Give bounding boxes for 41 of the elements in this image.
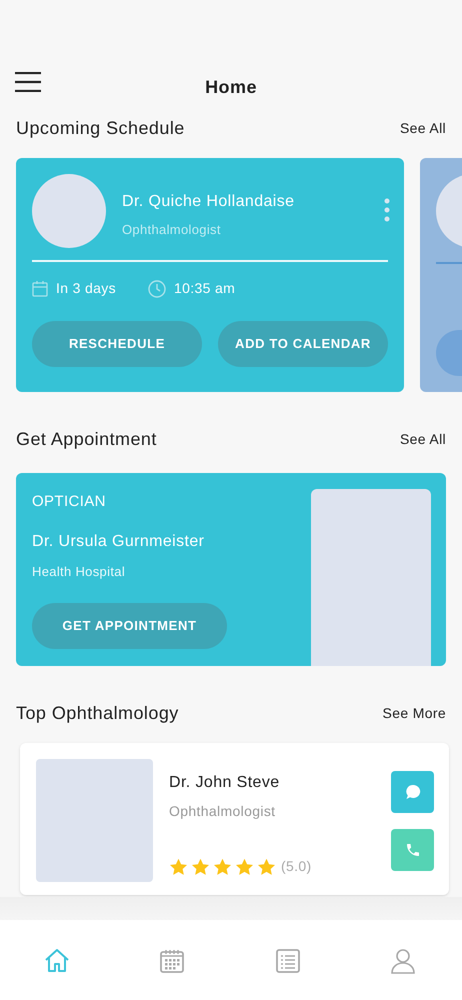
menu-icon[interactable] xyxy=(15,72,41,92)
doctor-specialty: Ophthalmologist xyxy=(122,221,222,239)
see-all-link[interactable]: See All xyxy=(400,429,446,450)
more-icon[interactable] xyxy=(384,198,390,222)
clock-icon xyxy=(148,280,166,298)
rating-value: (5.0) xyxy=(281,857,312,876)
section-title: Get Appointment xyxy=(16,428,157,451)
star-icon xyxy=(191,858,210,876)
phone-icon xyxy=(404,842,420,858)
doctor-card[interactable]: Dr. John Steve Ophthalmologist (5.0) xyxy=(20,743,449,895)
get-appointment-button[interactable]: GET APPOINTMENT xyxy=(32,603,227,649)
doctor-name: Dr. John Steve xyxy=(169,773,281,793)
doctor-specialty: Ophthalmologist xyxy=(169,802,276,821)
page-title: Home xyxy=(205,76,257,99)
date-label: In 3 days xyxy=(56,279,116,298)
chat-icon xyxy=(404,784,420,800)
see-all-link[interactable]: See All xyxy=(400,118,446,139)
calendar-icon xyxy=(158,947,186,975)
appointment-card[interactable]: OPTICIAN Dr. Ursula Gurnmeister Health Hospital GET APPOINTMENT xyxy=(16,473,446,666)
user-icon xyxy=(389,947,418,975)
category-label: OPTICIAN xyxy=(32,492,107,512)
star-icon xyxy=(257,858,276,876)
star-icon xyxy=(213,858,232,876)
time-label: 10:35 am xyxy=(174,279,236,298)
hospital-name: Health Hospital xyxy=(32,562,126,581)
card-button[interactable]: ADD TO CALENDAR xyxy=(218,321,388,367)
star-icon xyxy=(169,858,188,876)
doctor-name: Dr. Quiche Hollandaise xyxy=(122,192,294,212)
see-all-link[interactable]: See More xyxy=(382,703,446,724)
card-button[interactable]: RESCHEDULE xyxy=(32,321,202,367)
section-title: Top Ophthalmology xyxy=(16,702,179,725)
section-title: Upcoming Schedule xyxy=(16,117,185,140)
calendar-icon xyxy=(32,280,48,297)
schedule-card[interactable] xyxy=(420,158,462,392)
doctor-name: Dr. Ursula Gurnmeister xyxy=(32,532,206,552)
call-button[interactable] xyxy=(391,829,434,871)
schedule-card[interactable]: Dr. Quiche Hollandaise Ophthalmologist In 3 days 10:35 am RESCHEDULE ADD TO CALENDAR xyxy=(16,158,404,392)
chat-button[interactable] xyxy=(391,771,434,813)
star-icon xyxy=(235,858,254,876)
list-icon xyxy=(274,947,302,975)
home-icon xyxy=(42,947,71,975)
